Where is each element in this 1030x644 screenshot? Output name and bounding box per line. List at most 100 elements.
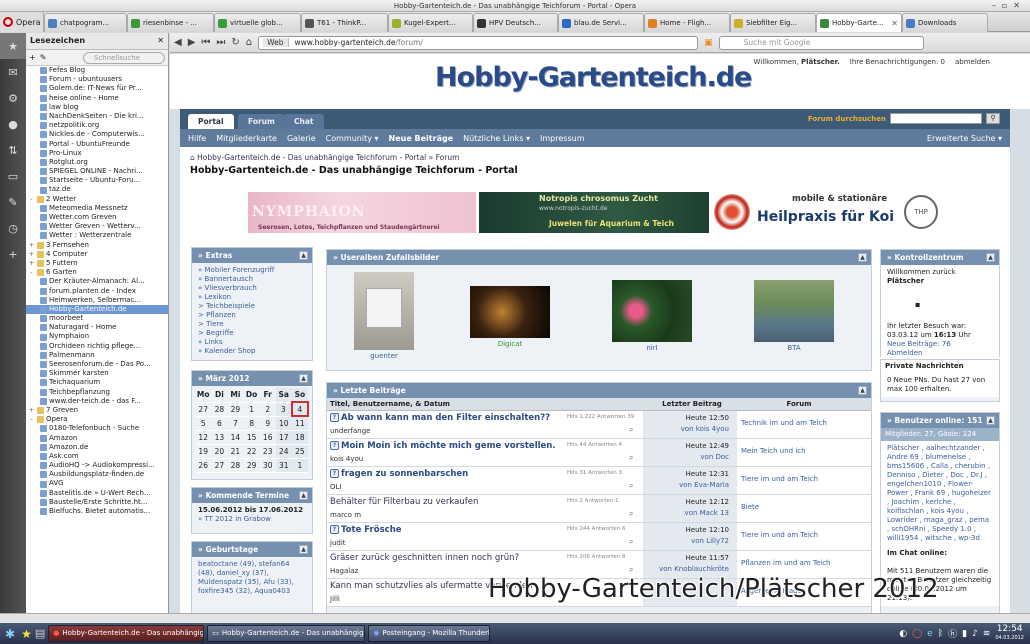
last-post-author[interactable]: von kois 4you	[643, 424, 729, 435]
close-panel-icon[interactable]: ✕	[157, 36, 164, 46]
expand-icon[interactable]: +	[28, 259, 35, 268]
bookmark-item[interactable]: Der Kräuter-Almanach: Al...	[26, 277, 168, 286]
subnav-galerie[interactable]: Galerie	[287, 134, 316, 143]
post-starter[interactable]: judit	[330, 539, 346, 547]
post-title[interactable]: Behälter für Filterbau zu verkaufen	[330, 497, 478, 507]
bookmark-item[interactable]: Seerosenforum.de - Das Po...	[26, 360, 168, 369]
bookmark-item[interactable]: netzpolitik.org	[26, 121, 168, 130]
calendar-day[interactable]: 27	[211, 458, 228, 473]
bookmark-item[interactable]: law blog	[26, 103, 168, 112]
subnav-hilfe[interactable]: Hilfe	[188, 134, 206, 143]
calendar-day[interactable]: 3	[275, 402, 292, 417]
birthday-list[interactable]: beatoctane (49), stefan64 (48), daniel_x…	[192, 557, 312, 599]
forum-search-input[interactable]	[890, 113, 982, 124]
bookmark-item[interactable]: Rotglut.org	[26, 158, 168, 167]
tab-virtuelle-globen[interactable]: virtuelle glob...	[214, 13, 301, 32]
taskbar-opera-window-2[interactable]: ▭ Hobby-Gartenteich.de - Das unabhängige …	[207, 625, 366, 642]
bookmark-item[interactable]: Amazon.de	[26, 443, 168, 452]
post-starter[interactable]: Jilli	[330, 595, 340, 603]
event-link[interactable]: » TT 2012 in Grabow	[198, 515, 271, 523]
transfers-icon[interactable]: ⇅	[0, 137, 26, 163]
bookmark-item[interactable]: Bastelitis.de » U-Wert Rech...	[26, 489, 168, 498]
post-title[interactable]: ? Tote Frösche	[330, 525, 402, 535]
tab-chat[interactable]: Chat	[284, 114, 324, 129]
bookmark-item[interactable]: SPIEGEL ONLINE - Nachri...	[26, 167, 168, 176]
expand-icon[interactable]: +	[28, 241, 35, 250]
bookmark-item[interactable]: Forum - ubuntuusers	[26, 75, 168, 84]
extras-link[interactable]: > Teichbeispiele	[192, 302, 312, 311]
address-field[interactable]: Web www.hobby-gartenteich.de/forum/	[258, 35, 699, 50]
bookmark-folder[interactable]: - 2 Wetter	[26, 195, 168, 204]
post-starter[interactable]: marco m	[330, 511, 361, 519]
bookmark-item[interactable]: Teichbepflanzung	[26, 388, 168, 397]
tab-forum[interactable]: Forum	[238, 114, 285, 129]
calendar-day[interactable]: 14	[227, 430, 244, 445]
files-icon[interactable]: ▤	[35, 627, 45, 640]
album-thumb-niri[interactable]: nirI	[611, 280, 693, 352]
breadcrumb-forum[interactable]: Forum	[436, 153, 460, 162]
collapse-icon[interactable]: ▲	[986, 416, 995, 425]
tab-hobby-gartenteich[interactable]: Hobby-Garte... ✕	[816, 13, 902, 32]
bookmark-item[interactable]: 0180-Telefonbuch - Suche	[26, 424, 168, 433]
calendar-day[interactable]: 22	[243, 444, 260, 459]
logout-link[interactable]: abmelden	[955, 58, 990, 66]
bookmark-item[interactable]: AudioHQ -> Audiokompressi...	[26, 461, 168, 470]
tab-hpv[interactable]: HPV Deutsch...	[473, 13, 558, 32]
last-post-author[interactable]: von Lilly72	[643, 536, 729, 547]
post-starter[interactable]: kois 4you	[330, 455, 363, 463]
calendar-day[interactable]: 23	[259, 444, 276, 459]
calendar-day[interactable]: 4	[290, 401, 310, 417]
calendar-day[interactable]: 11	[291, 416, 308, 431]
calendar-day[interactable]: 21	[227, 444, 244, 459]
calendar-day[interactable]: 16	[259, 430, 276, 445]
taskbar-thunderbird[interactable]: ◉ Posteingang - Mozilla Thunderbird	[368, 625, 491, 642]
windows-icon[interactable]: ▭	[0, 163, 26, 189]
subnav-nuetzliche-links[interactable]: Nützliche Links ▾	[463, 134, 530, 143]
calendar-day[interactable]: 13	[211, 430, 228, 445]
welcome-user[interactable]: Plätscher.	[801, 58, 840, 66]
opera-tray-icon[interactable]: ◯	[912, 629, 922, 639]
extras-link[interactable]: > Tiere	[192, 320, 312, 329]
calendar-day[interactable]: 17	[275, 430, 292, 445]
search-icon[interactable]: ⚲	[986, 113, 1000, 124]
bookmark-item[interactable]: Ausbildungsplatz-finden.de	[26, 470, 168, 479]
expand-icon[interactable]: +	[28, 406, 35, 415]
fast-forward-icon[interactable]: ⏭	[216, 37, 225, 48]
bookmark-item[interactable]: Hobby-Gartenteich.de	[26, 304, 168, 315]
calendar-day[interactable]: 26	[195, 458, 212, 473]
start-menu-icon[interactable]: ✱	[2, 627, 18, 641]
extras-link[interactable]: » Mobiler Forenzugriff	[192, 266, 312, 275]
mail-icon[interactable]: ✉	[0, 59, 26, 85]
bookmark-item[interactable]: Portal - UbuntuFreunde	[26, 140, 168, 149]
clock[interactable]: 12:54 04.03.2012	[995, 624, 1024, 643]
bookmark-item[interactable]: Nickles.de - Computerwis...	[26, 130, 168, 139]
tab-riesenbinse[interactable]: riesenbinse - ...	[127, 13, 214, 32]
calendar-day[interactable]: 19	[195, 444, 212, 459]
new-posts-link[interactable]: Neue Beiträge: 76	[887, 340, 951, 348]
search-field[interactable]: Suche mit Google	[718, 35, 924, 50]
post-title[interactable]: ? Ab wann kann man den Filter einschalten…	[330, 413, 550, 423]
tab-downloads[interactable]: Downloads	[902, 13, 988, 32]
banner-notropis[interactable]: Notropis chrosomus Zucht www.notropis-zu…	[479, 192, 709, 233]
bookmark-item[interactable]: Naturagard - Home	[26, 323, 168, 332]
network-icon[interactable]: ◐	[899, 629, 907, 639]
calendar-day[interactable]: 24	[275, 444, 292, 459]
favorites-star-icon[interactable]: ★	[21, 627, 32, 641]
bookmark-item[interactable]: Amazon	[26, 434, 168, 443]
ie-icon[interactable]: e	[927, 629, 933, 639]
online-user-list[interactable]: Plätscher , aalhechtzander , Andre 69 , …	[881, 441, 999, 546]
notifications-link[interactable]: Ihre Benachrichtigungen: 0	[850, 58, 945, 66]
bookmark-item[interactable]: Wetter.com Greven	[26, 213, 168, 222]
hp-icon[interactable]: ⓗ	[948, 627, 957, 640]
bookmark-item[interactable]: heise online - Home	[26, 94, 168, 103]
breadcrumb-portal[interactable]: Hobby-Gartenteich.de - Das unabhängige T…	[197, 153, 426, 162]
history-clock-icon[interactable]: ◷	[0, 215, 26, 241]
collapse-icon[interactable]: ▲	[858, 386, 867, 395]
window-controls[interactable]: –▫✕	[992, 1, 1026, 10]
bookmark-item[interactable]: Bielfuchs. Bietet automatis...	[26, 507, 168, 516]
tab-portal[interactable]: Portal	[188, 114, 234, 129]
latest-post-row[interactable]: Behälter für Filterbau zu verkaufen marco…	[327, 495, 871, 523]
post-forum-link[interactable]: Tiere im und am Teich	[741, 475, 818, 483]
bookmark-item[interactable]: www.der-teich.de - das F...	[26, 397, 168, 406]
expand-icon[interactable]: +	[28, 250, 35, 259]
